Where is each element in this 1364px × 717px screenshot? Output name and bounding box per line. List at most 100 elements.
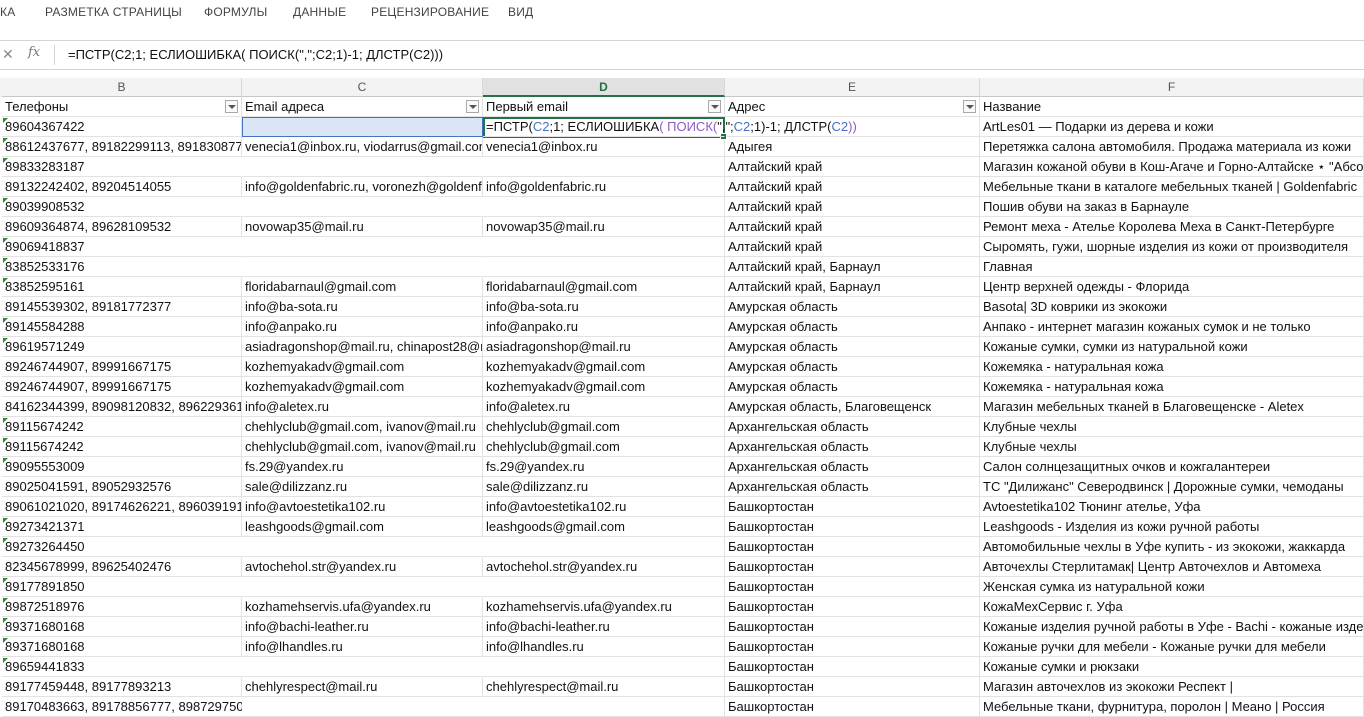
number-as-text-warning-icon[interactable] — [3, 318, 8, 323]
header-cell-name[interactable]: Название — [980, 97, 1364, 117]
cell-phones[interactable]: 83852595161 — [2, 277, 242, 297]
cell-phones[interactable]: 89619571249 — [2, 337, 242, 357]
cell-emails[interactable]: kozhemyakadv@gmail.com — [242, 377, 483, 397]
cell-address[interactable]: Алтайский край, Барнаул — [725, 277, 980, 297]
filter-dropdown-icon[interactable] — [708, 100, 721, 113]
number-as-text-warning-icon[interactable] — [3, 598, 8, 603]
header-cell-emails[interactable]: Email адреса — [242, 97, 483, 117]
number-as-text-warning-icon[interactable] — [3, 158, 8, 163]
number-as-text-warning-icon[interactable] — [3, 618, 8, 623]
column-header-f[interactable]: F — [980, 78, 1364, 97]
cell-address[interactable]: Архангельская область — [725, 437, 980, 457]
cell-name[interactable]: Главная — [980, 257, 1364, 277]
cell-address[interactable]: Амурская область — [725, 337, 980, 357]
cell-first-email[interactable]: avtochehol.str@yandex.ru — [483, 557, 725, 577]
cell-first-email[interactable]: chehlyclub@gmail.com — [483, 437, 725, 457]
cell-first-email[interactable]: asiadragonshop@mail.ru — [483, 337, 725, 357]
cell-phones[interactable]: 89604367422 — [2, 117, 242, 137]
cell-emails[interactable] — [242, 577, 483, 597]
header-cell-first-email[interactable]: Первый email — [483, 97, 725, 117]
cell-emails[interactable]: avtochehol.str@yandex.ru — [242, 557, 483, 577]
cell-address[interactable]: Алтайский край — [725, 157, 980, 177]
cell-phones[interactable]: 89170483663, 89178856777, 89872975020 — [2, 697, 258, 717]
insert-function-icon[interactable]: fx — [28, 45, 40, 60]
cell-emails[interactable]: fs.29@yandex.ru — [242, 457, 483, 477]
cell-emails[interactable]: info@aletex.ru — [242, 397, 483, 417]
cell-address[interactable]: Башкортостан — [725, 597, 980, 617]
cell-emails[interactable]: sale@dilizzanz.ru — [242, 477, 483, 497]
cell-name[interactable]: Кожаные ручки для мебели - Кожаные ручки… — [980, 637, 1364, 657]
number-as-text-warning-icon[interactable] — [3, 418, 8, 423]
cell-name[interactable]: Клубные чехлы — [980, 417, 1364, 437]
cell-emails[interactable] — [242, 697, 483, 717]
cell-phones[interactable]: 83852533176 — [2, 257, 242, 277]
cell-emails[interactable] — [242, 537, 483, 557]
cell-first-email[interactable] — [483, 577, 725, 597]
cell-first-email[interactable]: leashgoods@gmail.com — [483, 517, 725, 537]
cell-address[interactable]: Алтайский край — [725, 237, 980, 257]
cell-first-email[interactable] — [483, 537, 725, 557]
cell-first-email[interactable]: chehlyclub@gmail.com — [483, 417, 725, 437]
cell-phones[interactable]: 89246744907, 89991667175 — [2, 377, 242, 397]
cell-address[interactable]: Амурская область, Благовещенск — [725, 397, 980, 417]
cell-phones[interactable]: 89115674242 — [2, 417, 242, 437]
header-cell-address[interactable]: Адрес — [725, 97, 980, 117]
cell-address[interactable]: Алтайский край — [725, 197, 980, 217]
cell-address[interactable]: Амурская область — [725, 377, 980, 397]
cell-name[interactable]: Мебельные ткани в каталоге мебельных тка… — [980, 177, 1364, 197]
cell-emails[interactable]: info@anpako.ru — [242, 317, 483, 337]
filter-dropdown-icon[interactable] — [225, 100, 238, 113]
cell-phones[interactable]: 84162344399, 89098120832, 89622936150 — [2, 397, 242, 417]
cell-phones[interactable]: 89177459448, 89177893213 — [2, 677, 242, 697]
cell-phones[interactable]: 82345678999, 89625402476 — [2, 557, 242, 577]
cell-phones[interactable]: 89095553009 — [2, 457, 242, 477]
cell-address[interactable]: Башкортостан — [725, 537, 980, 557]
number-as-text-warning-icon[interactable] — [3, 578, 8, 583]
cell-first-email[interactable]: info@anpako.ru — [483, 317, 725, 337]
column-header-c[interactable]: C — [242, 78, 483, 97]
cell-first-email[interactable] — [483, 657, 725, 677]
cell-first-email[interactable]: novowap35@mail.ru — [483, 217, 725, 237]
cell-name[interactable]: ТС "Дилижанс" Северодвинск | Дорожные су… — [980, 477, 1364, 497]
cell-phones[interactable]: 89145539302, 89181772377 — [2, 297, 242, 317]
cell-first-email[interactable] — [483, 237, 725, 257]
cell-emails[interactable]: chehlyclub@gmail.com, ivanov@mail.ru — [242, 417, 483, 437]
number-as-text-warning-icon[interactable] — [3, 238, 8, 243]
cell-first-email[interactable]: info@avtoestetika102.ru — [483, 497, 725, 517]
cell-phones[interactable]: 88612437677, 89182299113, 89183087720 — [2, 137, 242, 157]
cell-phones[interactable]: 89025041591, 89052932576 — [2, 477, 242, 497]
formula-input[interactable]: =ПСТР(C2;1; ЕСЛИОШИБКА( ПОИСК(",";C2;1)-… — [68, 47, 443, 62]
cell-name[interactable]: Мебельные ткани, фурнитура, поролон | Ме… — [980, 697, 1364, 717]
cell-emails[interactable]: chehlyrespect@mail.ru — [242, 677, 483, 697]
number-as-text-warning-icon[interactable] — [3, 138, 8, 143]
cell-emails[interactable]: info@avtoestetika102.ru — [242, 497, 483, 517]
number-as-text-warning-icon[interactable] — [3, 278, 8, 283]
cell-address[interactable]: Башкортостан — [725, 577, 980, 597]
cell-emails[interactable] — [242, 157, 483, 177]
cell-first-email[interactable]: info@lhandles.ru — [483, 637, 725, 657]
tab-data[interactable]: ДАННЫЕ — [293, 5, 346, 19]
number-as-text-warning-icon[interactable] — [3, 518, 8, 523]
cancel-icon[interactable]: ✕ — [2, 46, 14, 63]
cell-name[interactable]: Basota| 3D коврики из экокожи — [980, 297, 1364, 317]
cell-name[interactable]: Сыромять, гужи, шорные изделия из кожи о… — [980, 237, 1364, 257]
cell-first-email[interactable]: info@bachi-leather.ru — [483, 617, 725, 637]
cell-phones[interactable]: 89273421371 — [2, 517, 242, 537]
column-header-d[interactable]: D — [483, 78, 725, 97]
column-header-b[interactable]: B — [2, 78, 242, 97]
cell-emails[interactable]: info@bachi-leather.ru — [242, 617, 483, 637]
cell-address[interactable]: Архангельская область — [725, 417, 980, 437]
cell-first-email[interactable] — [483, 197, 725, 217]
cell-address[interactable]: Башкортостан — [725, 517, 980, 537]
cell-phones[interactable]: 89132242402, 89204514055 — [2, 177, 242, 197]
cell-phones[interactable]: 89069418837 — [2, 237, 242, 257]
cell-first-email[interactable]: chehlyrespect@mail.ru — [483, 677, 725, 697]
cell-first-email[interactable] — [483, 697, 725, 717]
cell-phones[interactable]: 89273264450 — [2, 537, 242, 557]
cell-phones[interactable]: 89872518976 — [2, 597, 242, 617]
cell-name[interactable]: Автомобильные чехлы в Уфе купить - из эк… — [980, 537, 1364, 557]
cell-phones[interactable]: 89659441833 — [2, 657, 242, 677]
number-as-text-warning-icon[interactable] — [3, 458, 8, 463]
cell-phones[interactable]: 89177891850 — [2, 577, 242, 597]
cell-name[interactable]: Авточехлы Стерлитамак| Центр Авточехлов … — [980, 557, 1364, 577]
